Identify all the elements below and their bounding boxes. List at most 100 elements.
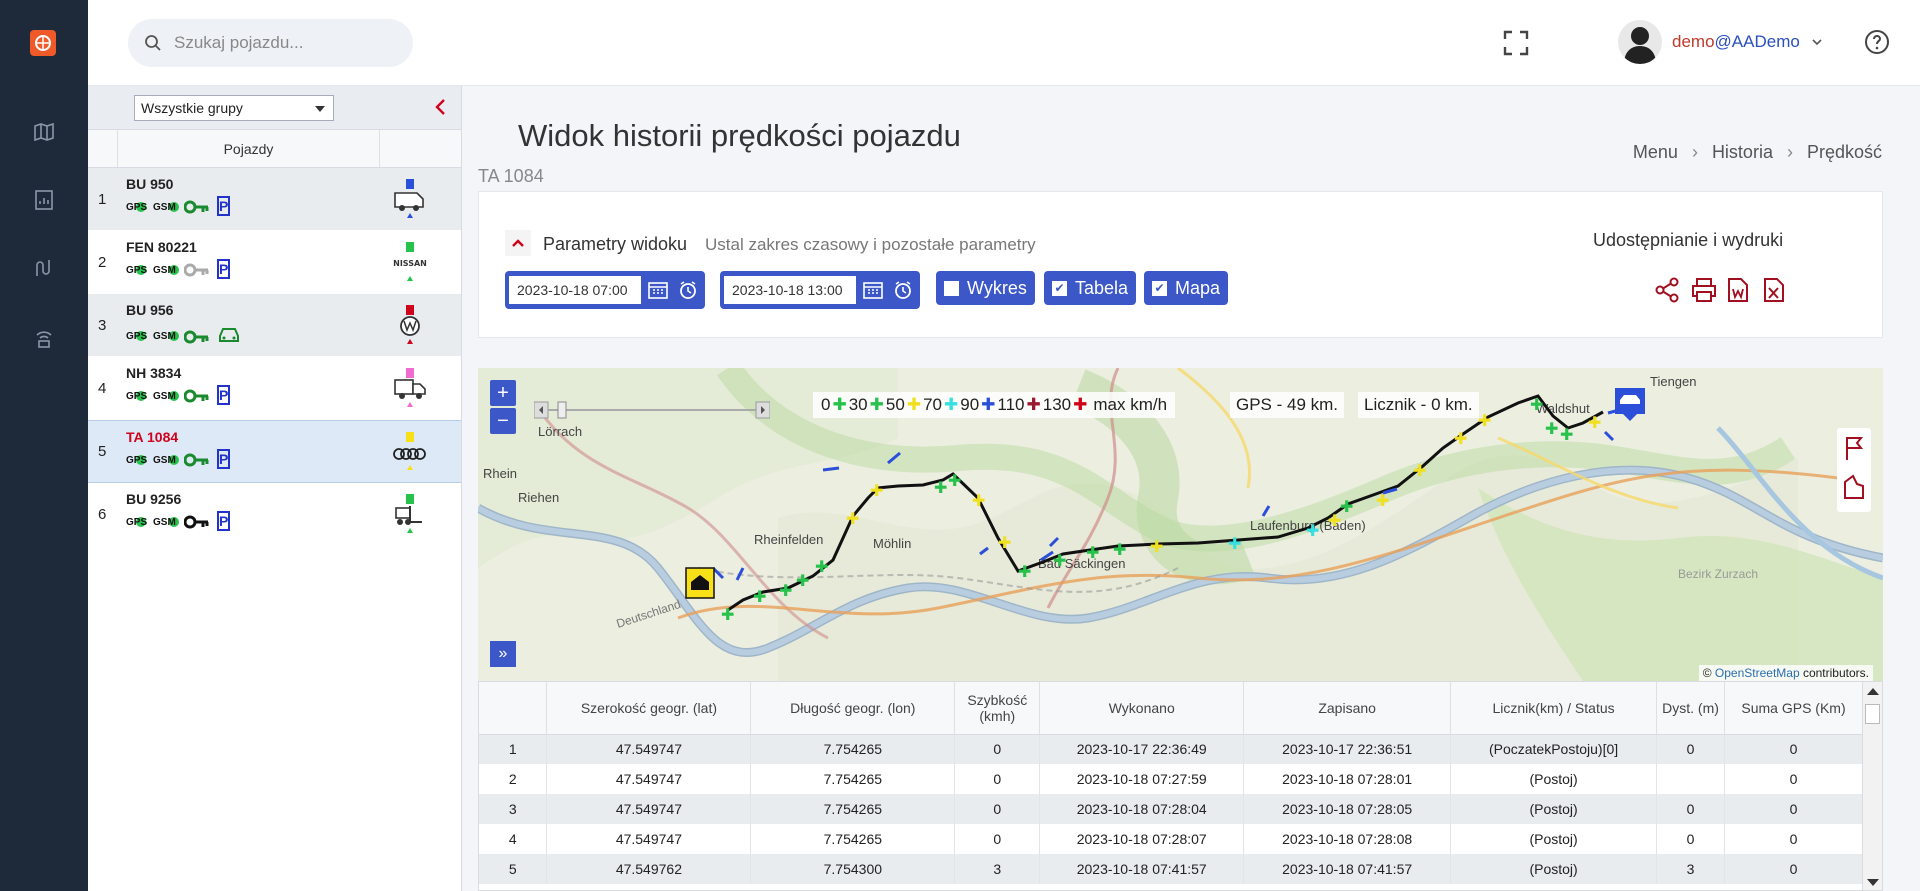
breadcrumb-history[interactable]: Historia [1712, 142, 1773, 162]
vehicle-number: 4 [98, 379, 107, 397]
column-header[interactable]: Wykonano [1039, 682, 1245, 735]
column-header[interactable]: Długość geogr. (lon) [750, 682, 956, 735]
vehicle-row[interactable]: 1 BU 950 GPS GSM P [88, 168, 461, 231]
table-scrollbar[interactable] [1862, 682, 1882, 890]
column-header[interactable]: Szerokość geogr. (lat) [546, 682, 752, 735]
vehicle-registration: FEN 80221 [126, 239, 197, 255]
column-header[interactable]: Licznik(km) / Status [1450, 682, 1658, 735]
svg-text:✚: ✚ [1560, 425, 1573, 444]
excel-export-icon[interactable] [1763, 277, 1787, 303]
map-checkbox[interactable]: ✔ [1152, 280, 1167, 296]
vehicle-number: 2 [98, 253, 107, 271]
parking-status-icon: P [217, 259, 231, 279]
chart-toggle[interactable]: Wykres [936, 271, 1035, 305]
user-name[interactable]: demo@AADemo [1672, 32, 1823, 52]
table-row[interactable]: 1 47.549747 7.754265 0 2023-10-17 22:36:49 20… [479, 734, 1863, 764]
scroll-down-icon[interactable] [1867, 879, 1879, 886]
flag-icon[interactable] [1837, 428, 1871, 468]
table-cell: 7.754300 [750, 854, 956, 884]
date-to-input[interactable]: 2023-10-18 13:00 [724, 276, 856, 304]
ignition-key-icon [184, 330, 209, 343]
word-export-icon[interactable] [1727, 277, 1751, 303]
scroll-thumb[interactable] [1865, 704, 1880, 724]
svg-text:✚: ✚ [1306, 521, 1319, 540]
svg-text:✚: ✚ [1376, 491, 1389, 510]
gps-status: GPS [126, 264, 150, 276]
legend-value: 70 [923, 395, 942, 414]
app-logo-icon[interactable] [30, 30, 56, 56]
speed-legend: 0 ✚ 30 ✚ 50 ✚ 70 ✚ 90 ✚ 110 ✚ 130 ✚ max km/h [813, 392, 1176, 418]
svg-text:✚: ✚ [1413, 461, 1426, 480]
search-input[interactable] [174, 33, 394, 53]
zoom-out-button[interactable]: − [490, 408, 516, 434]
print-icon[interactable] [1691, 277, 1716, 303]
calendar-icon[interactable] [645, 277, 671, 303]
vehicle-number: 1 [98, 190, 107, 208]
vehicle-row[interactable]: 4 NH 3834 GPS GSM P [88, 357, 461, 420]
date-to-group: 2023-10-18 13:00 [720, 271, 920, 309]
osm-link[interactable]: OpenStreetMap [1715, 666, 1800, 680]
table-cell: 3 [1656, 854, 1725, 884]
table-row[interactable]: 5 47.549762 7.754300 3 2023-10-18 07:41:57 20… [479, 854, 1863, 884]
user-menu[interactable]: demo@AADemo [1618, 20, 1823, 64]
gsm-status: GSM [153, 454, 181, 466]
route-map[interactable]: Lörrach Rhein Riehen Rheinfelden Möhlin … [478, 368, 1883, 681]
table-row[interactable]: 4 47.549747 7.754265 0 2023-10-18 07:28:07 20… [479, 824, 1863, 854]
map-nav-icon[interactable] [30, 118, 58, 146]
table-cell: 3 [954, 854, 1041, 884]
date-from-input[interactable]: 2023-10-18 07:00 [509, 276, 641, 304]
chart-checkbox[interactable] [944, 280, 959, 296]
fullscreen-icon[interactable] [1502, 29, 1530, 57]
breadcrumb-menu[interactable]: Menu [1633, 142, 1678, 162]
time-slider[interactable] [533, 401, 771, 419]
table-toggle-label: Tabela [1075, 277, 1129, 298]
table-checkbox[interactable]: ✔ [1052, 280, 1067, 296]
table-row[interactable]: 3 47.549747 7.754265 0 2023-10-18 07:28:04 20… [479, 794, 1863, 824]
table-cell: 0 [1656, 824, 1725, 854]
column-header[interactable]: Dyst. (m) [1656, 682, 1725, 735]
map-label-riehen: Riehen [518, 490, 559, 505]
search-box[interactable] [128, 19, 413, 67]
svg-text:✚: ✚ [972, 491, 985, 510]
table-row[interactable]: 2 47.549747 7.754265 0 2023-10-18 07:27:59 20… [479, 764, 1863, 794]
map-toggle[interactable]: ✔ Mapa [1144, 271, 1229, 305]
svg-text:✚: ✚ [1545, 419, 1558, 438]
vehicle-row[interactable]: 2 FEN 80221 GPS GSM P NISSAN [88, 231, 461, 294]
legend-cross-icon: ✚ [869, 395, 884, 414]
reports-nav-icon[interactable] [30, 186, 58, 214]
route-nav-icon[interactable] [30, 254, 58, 282]
zoom-in-button[interactable]: + [490, 380, 516, 406]
column-header[interactable]: Szybkość (kmh) [954, 682, 1041, 735]
share-icon[interactable] [1655, 277, 1679, 303]
vehicle-row[interactable]: 5 TA 1084 GPS GSM P [88, 420, 461, 483]
clock-icon[interactable] [890, 277, 916, 303]
table-cell: 3 [479, 794, 548, 824]
table-cell: 2023-10-17 22:36:51 [1243, 734, 1452, 764]
group-select[interactable]: Wszystkie grupy [134, 95, 334, 121]
scroll-up-icon[interactable] [1867, 688, 1879, 695]
column-header[interactable]: Suma GPS (Km) [1724, 682, 1863, 735]
collapse-params-button[interactable] [505, 230, 531, 256]
chevron-down-icon [1811, 39, 1822, 46]
polygon-icon[interactable] [1837, 468, 1871, 508]
collapse-panel-icon[interactable] [434, 98, 446, 122]
column-header[interactable] [479, 682, 548, 735]
table-cell: 2023-10-18 07:27:59 [1039, 764, 1245, 794]
vehicle-row[interactable]: 6 BU 9256 GPS GSM P [88, 483, 461, 546]
counter-distance: Licznik - 0 km. [1358, 392, 1479, 418]
device-nav-icon[interactable] [30, 324, 58, 352]
van-icon [380, 168, 440, 230]
expand-map-button[interactable]: » [490, 641, 516, 667]
table-toggle[interactable]: ✔ Tabela [1044, 271, 1137, 305]
ignition-key-icon [184, 453, 209, 467]
clock-icon[interactable] [675, 277, 701, 303]
map-label-lorrach: Lörrach [538, 424, 582, 439]
calendar-icon[interactable] [860, 277, 886, 303]
breadcrumb: Menu › Historia › Prędkość [1632, 142, 1882, 162]
column-header[interactable]: Zapisano [1243, 682, 1452, 735]
table-cell: 4 [479, 824, 548, 854]
vehicle-row[interactable]: 3 BU 956 GPS GSM [88, 294, 461, 357]
help-icon[interactable] [1864, 29, 1890, 55]
gps-label: GPS [126, 516, 148, 528]
gps-status: GPS [126, 201, 150, 213]
